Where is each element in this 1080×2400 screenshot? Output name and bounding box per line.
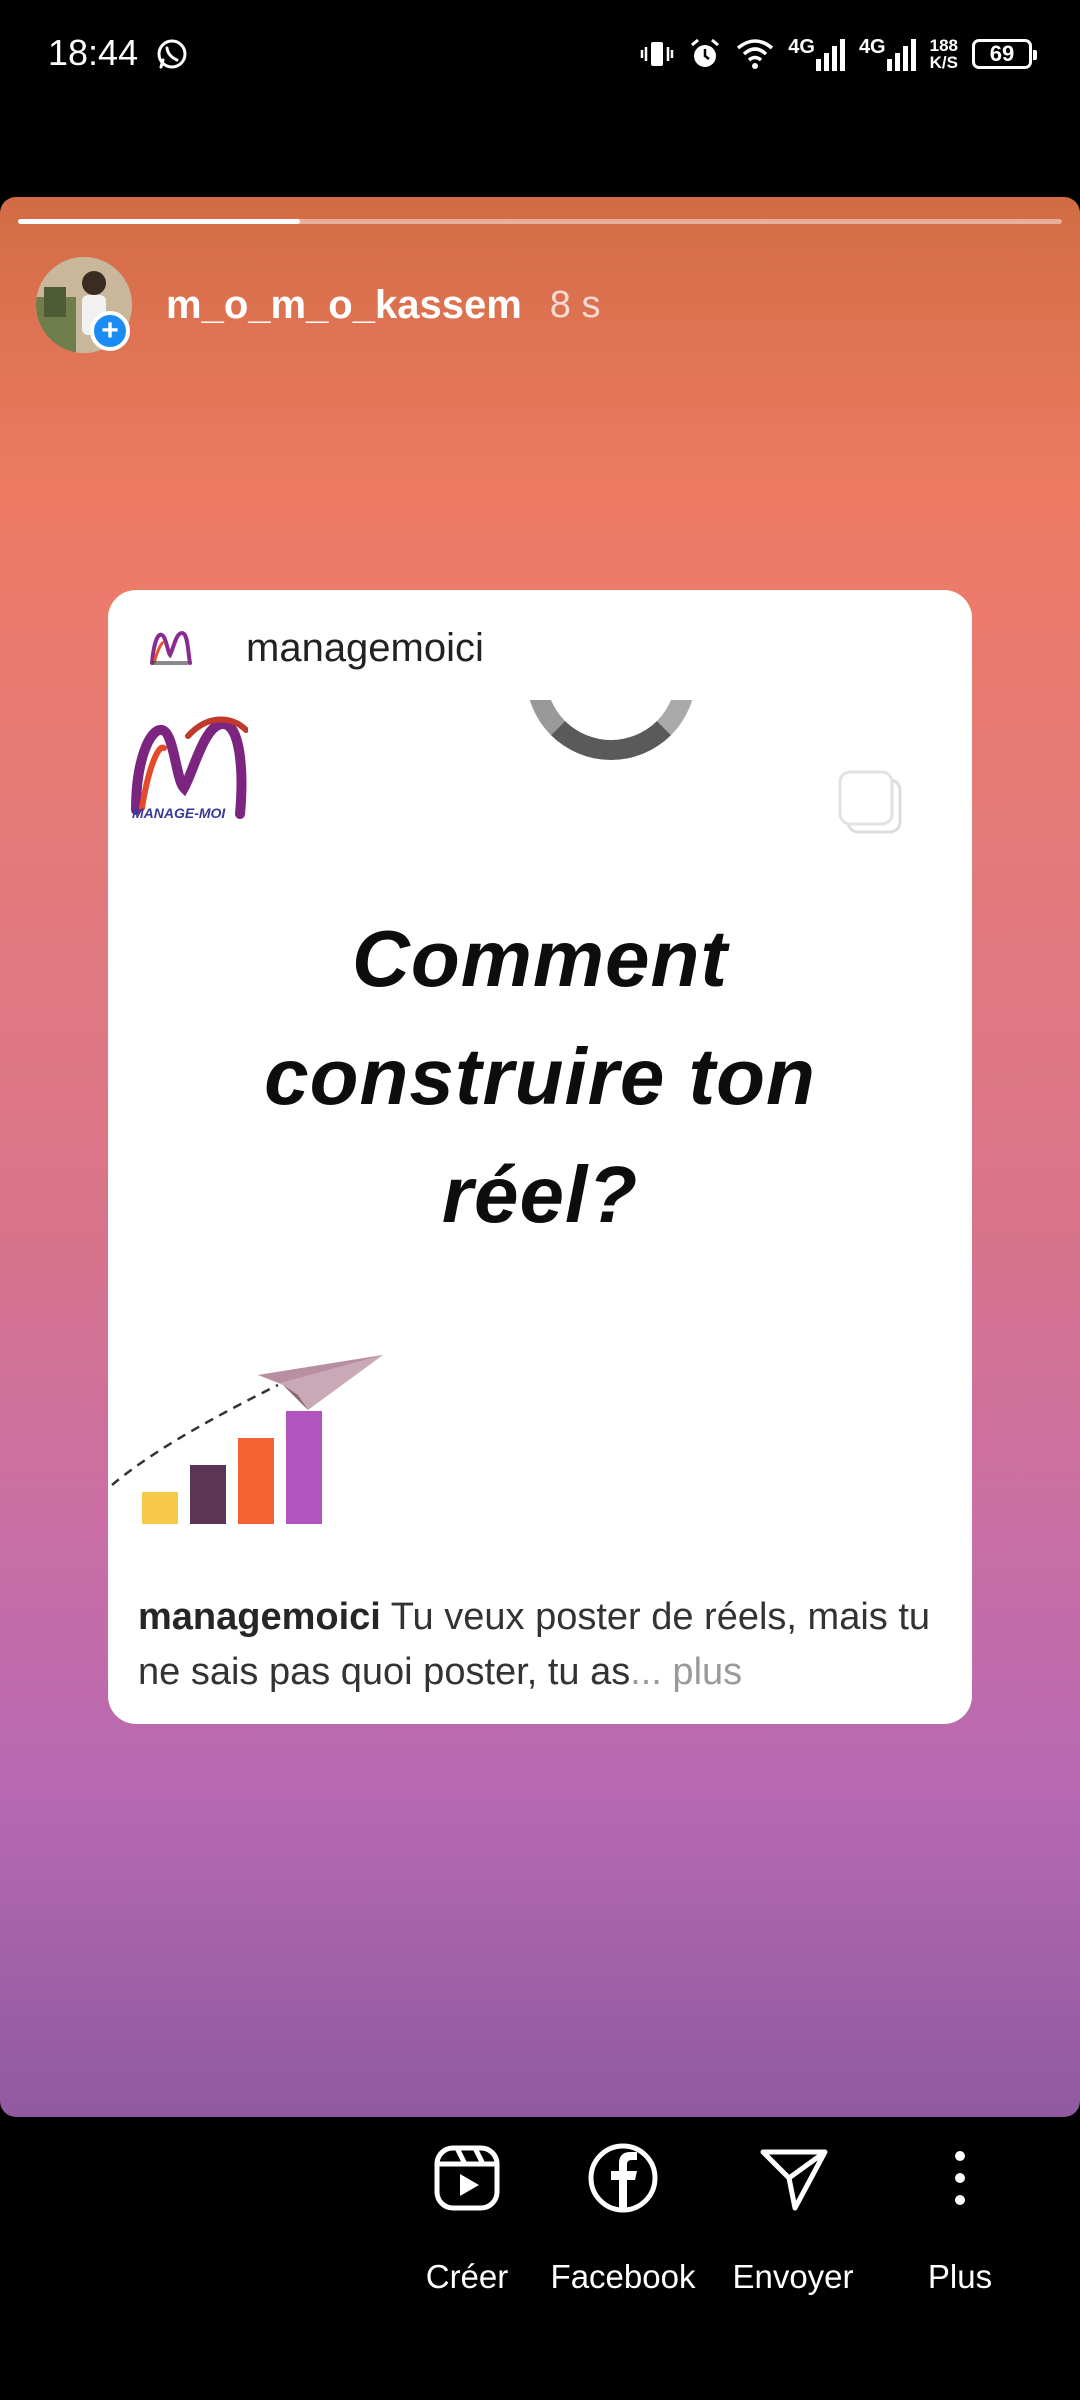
- battery-level: 69: [989, 41, 1015, 66]
- caption-username[interactable]: managemoici: [138, 1596, 381, 1638]
- post-account-name[interactable]: managemoici: [246, 626, 484, 671]
- manage-moi-logo: MANAGE-MOI: [131, 716, 248, 821]
- shared-post-card[interactable]: managemoici MANAGE-MOI Comment construir…: [108, 590, 972, 1724]
- story-viewer[interactable]: + m_o_m_o_kassem 8 s managemoici MANAGE-…: [0, 197, 1080, 2117]
- decorative-arc: [526, 700, 696, 760]
- post-title-line: réel?: [441, 1150, 639, 1239]
- facebook-share-button[interactable]: Facebook: [538, 2140, 708, 2296]
- story-header[interactable]: + m_o_m_o_kassem 8 s: [36, 255, 600, 355]
- story-timestamp: 8 s: [549, 283, 601, 326]
- post-caption[interactable]: managemoici Tu veux poster de réels, mai…: [138, 1590, 948, 1700]
- growth-chart-illustration: [111, 1355, 383, 1524]
- network-speed-unit: K/S: [929, 53, 958, 72]
- story-progress-bar: [18, 219, 1062, 224]
- post-title: Comment construire ton réel?: [108, 900, 972, 1254]
- network-type-label: 4G: [858, 36, 886, 58]
- account-logo-icon: [150, 630, 192, 665]
- network-speed: 188 K/S: [930, 37, 958, 71]
- signal-bars-icon: [815, 39, 845, 71]
- send-label: Envoyer: [732, 2258, 854, 2295]
- facebook-icon: [588, 2143, 658, 2213]
- post-title-line: construire ton: [264, 1032, 816, 1121]
- story-progress-fill: [18, 219, 300, 224]
- network-signal-2: 4G: [859, 37, 916, 71]
- story-actions-bar: Créer Facebook Envoyer Plus: [0, 2140, 1080, 2340]
- wifi-icon: [737, 39, 774, 69]
- chart-bar: [142, 1492, 178, 1524]
- chart-bar: [238, 1438, 274, 1524]
- add-story-badge[interactable]: +: [90, 311, 130, 351]
- network-type-label: 4G: [788, 36, 815, 58]
- send-icon: [760, 2149, 828, 2211]
- logo-text: MANAGE-MOI: [132, 805, 226, 821]
- status-icons: 4G 4G 188 K/S 69: [640, 30, 1037, 78]
- post-title-line: Comment: [352, 914, 728, 1003]
- create-label: Créer: [425, 2258, 509, 2295]
- more-label: Plus: [927, 2258, 993, 2295]
- status-bar: 18:44 4G 4G 188 K/S 69: [0, 0, 1080, 110]
- carousel-icon: [838, 770, 902, 834]
- create-button[interactable]: Créer: [382, 2140, 552, 2296]
- story-username[interactable]: m_o_m_o_kassem: [166, 283, 522, 328]
- whatsapp-icon: [157, 39, 187, 69]
- post-media[interactable]: MANAGE-MOI Comment construire ton réel?: [108, 700, 972, 1530]
- alarm-icon: [691, 38, 720, 67]
- network-speed-value: 188: [929, 36, 958, 55]
- chart-bar: [190, 1465, 226, 1524]
- chart-bar: [286, 1411, 322, 1524]
- status-time: 18:44: [48, 32, 139, 73]
- network-signal-1: 4G: [788, 37, 845, 71]
- send-button[interactable]: Envoyer: [708, 2140, 878, 2296]
- reels-icon: [434, 2145, 500, 2211]
- facebook-label: Facebook: [550, 2258, 696, 2295]
- more-options-icon: [955, 2151, 965, 2205]
- more-button[interactable]: Plus: [875, 2140, 1045, 2296]
- caption-more-link[interactable]: ... plus: [630, 1651, 742, 1693]
- battery-indicator: 69: [972, 39, 1037, 69]
- signal-bars-icon: [886, 39, 916, 71]
- vibrate-icon: [641, 42, 674, 66]
- post-header[interactable]: managemoici: [146, 618, 484, 678]
